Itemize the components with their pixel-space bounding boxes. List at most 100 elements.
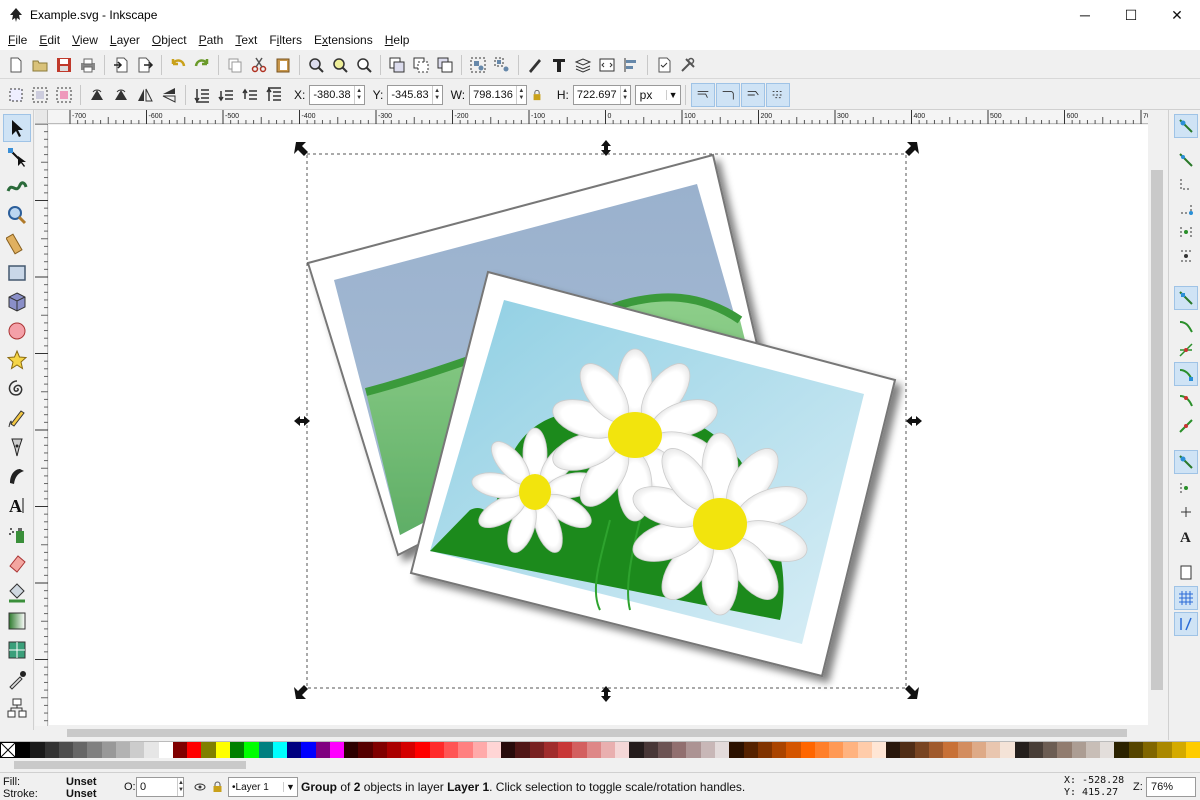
palette-swatch[interactable] bbox=[943, 742, 958, 758]
palette-swatch[interactable] bbox=[929, 742, 944, 758]
palette-swatch[interactable] bbox=[543, 742, 559, 758]
palette-swatch[interactable] bbox=[415, 742, 430, 758]
palette-swatch[interactable] bbox=[886, 742, 901, 758]
snap-bbox-edges-toggle[interactable] bbox=[1174, 172, 1198, 196]
width-stepper[interactable]: ▲ ▼ bbox=[515, 85, 526, 104]
3d-box-tool[interactable] bbox=[3, 288, 31, 316]
no-paint-swatch[interactable] bbox=[0, 742, 16, 758]
palette-swatch[interactable] bbox=[1085, 742, 1101, 758]
lock-ratio-toggle[interactable] bbox=[531, 89, 545, 101]
palette-swatch[interactable] bbox=[1128, 742, 1143, 758]
snap-guides-toggle[interactable] bbox=[1174, 612, 1198, 636]
print-button[interactable] bbox=[76, 53, 100, 77]
layers-button[interactable] bbox=[571, 53, 595, 77]
save-button[interactable] bbox=[52, 53, 76, 77]
spiral-tool[interactable] bbox=[3, 375, 31, 403]
palette-swatch[interactable] bbox=[1028, 742, 1044, 758]
snap-grids-toggle[interactable] bbox=[1174, 586, 1198, 610]
new-document-button[interactable] bbox=[4, 53, 28, 77]
rotate-ccw-button[interactable] bbox=[85, 83, 109, 107]
snap-page-border-toggle[interactable] bbox=[1174, 560, 1198, 584]
palette-swatch[interactable] bbox=[301, 742, 316, 758]
selector-tool[interactable] bbox=[3, 114, 31, 142]
palette-swatch[interactable] bbox=[1157, 742, 1172, 758]
document-properties-button[interactable] bbox=[652, 53, 676, 77]
palette-swatch[interactable] bbox=[372, 742, 387, 758]
palette-swatch[interactable] bbox=[600, 742, 616, 758]
text-tool[interactable]: A bbox=[3, 491, 31, 519]
minimize-button[interactable]: ─ bbox=[1062, 0, 1108, 30]
palette-swatch[interactable] bbox=[515, 742, 530, 758]
select-all-button[interactable] bbox=[4, 83, 28, 107]
snap-bbox-corners-toggle[interactable] bbox=[1174, 196, 1198, 220]
snap-others-toggle[interactable] bbox=[1174, 450, 1198, 474]
unlink-clone-button[interactable] bbox=[433, 53, 457, 77]
stroke-value[interactable]: Unset bbox=[66, 788, 97, 800]
vertical-scroll-thumb[interactable] bbox=[1151, 170, 1163, 690]
palette-swatch[interactable] bbox=[472, 742, 487, 758]
handle-bottom-right[interactable] bbox=[905, 685, 919, 699]
snap-bbox-midpoints-toggle[interactable] bbox=[1174, 220, 1198, 244]
paint-bucket-tool[interactable] bbox=[3, 578, 31, 606]
palette-swatch[interactable] bbox=[900, 742, 915, 758]
eraser-tool[interactable] bbox=[3, 549, 31, 577]
snap-object-midpoints-toggle[interactable] bbox=[1174, 476, 1198, 500]
fill-stroke-values[interactable]: Unset Unset bbox=[66, 776, 97, 800]
handle-left[interactable] bbox=[294, 416, 310, 426]
height-stepper[interactable]: ▲ ▼ bbox=[619, 85, 630, 104]
palette-scroll-thumb[interactable] bbox=[14, 761, 246, 769]
palette-swatch[interactable] bbox=[686, 742, 701, 758]
undo-button[interactable] bbox=[166, 53, 190, 77]
y-stepper[interactable]: ▲ ▼ bbox=[431, 85, 442, 104]
calligraphy-tool[interactable] bbox=[3, 462, 31, 490]
palette-swatch[interactable] bbox=[1043, 742, 1058, 758]
opacity-field[interactable]: 0 ▲ ▼ bbox=[136, 777, 184, 797]
current-layer-select[interactable]: •Layer 1 ▼ bbox=[228, 777, 298, 797]
palette-swatch[interactable] bbox=[672, 742, 687, 758]
deselect-button[interactable] bbox=[52, 83, 76, 107]
palette-swatch[interactable] bbox=[401, 742, 416, 758]
palette-swatch[interactable] bbox=[615, 742, 630, 758]
zoom-page-button[interactable] bbox=[352, 53, 376, 77]
snap-enable-toggle[interactable] bbox=[1174, 114, 1198, 138]
artwork[interactable] bbox=[49, 125, 1148, 725]
menu-view[interactable]: View bbox=[66, 33, 104, 47]
palette-swatch[interactable] bbox=[344, 742, 359, 758]
palette-swatch[interactable] bbox=[215, 742, 230, 758]
scale-stroke-toggle[interactable] bbox=[690, 82, 715, 107]
x-field[interactable]: -380.38 ▲ ▼ bbox=[309, 84, 365, 105]
palette-swatch[interactable] bbox=[386, 742, 402, 758]
palette-swatch[interactable] bbox=[172, 742, 188, 758]
palette-swatch[interactable] bbox=[358, 742, 373, 758]
palette-swatch[interactable] bbox=[101, 742, 116, 758]
palette-swatch[interactable] bbox=[800, 742, 815, 758]
palette-swatch[interactable] bbox=[558, 742, 573, 758]
flip-vertical-button[interactable] bbox=[157, 83, 181, 107]
palette-swatch[interactable] bbox=[443, 742, 459, 758]
rotate-cw-button[interactable] bbox=[109, 83, 133, 107]
palette-swatch[interactable] bbox=[986, 742, 1001, 758]
menu-object[interactable]: Object bbox=[146, 33, 193, 47]
zoom-tool[interactable] bbox=[3, 201, 31, 229]
ellipse-tool[interactable] bbox=[3, 317, 31, 345]
palette-swatch[interactable] bbox=[1100, 742, 1115, 758]
clone-button[interactable] bbox=[409, 53, 433, 77]
transform-patterns-toggle[interactable] bbox=[765, 82, 790, 107]
palette-swatch[interactable] bbox=[971, 742, 987, 758]
menu-help[interactable]: Help bbox=[379, 33, 416, 47]
dropper-tool[interactable] bbox=[3, 665, 31, 693]
palette-swatch[interactable] bbox=[115, 742, 131, 758]
handle-top-right[interactable] bbox=[905, 142, 919, 156]
palette-swatch[interactable] bbox=[158, 742, 173, 758]
snap-rotation-center-toggle[interactable] bbox=[1174, 500, 1198, 524]
duplicate-button[interactable] bbox=[385, 53, 409, 77]
palette-swatch[interactable] bbox=[144, 742, 159, 758]
palette-swatch[interactable] bbox=[529, 742, 544, 758]
palette-swatch[interactable] bbox=[814, 742, 830, 758]
palette-swatch[interactable] bbox=[130, 742, 145, 758]
palette-swatch[interactable] bbox=[44, 742, 59, 758]
paste-button[interactable] bbox=[271, 53, 295, 77]
rectangle-tool[interactable] bbox=[3, 259, 31, 287]
layer-visibility-toggle[interactable] bbox=[194, 781, 206, 796]
zoom-drawing-button[interactable] bbox=[328, 53, 352, 77]
